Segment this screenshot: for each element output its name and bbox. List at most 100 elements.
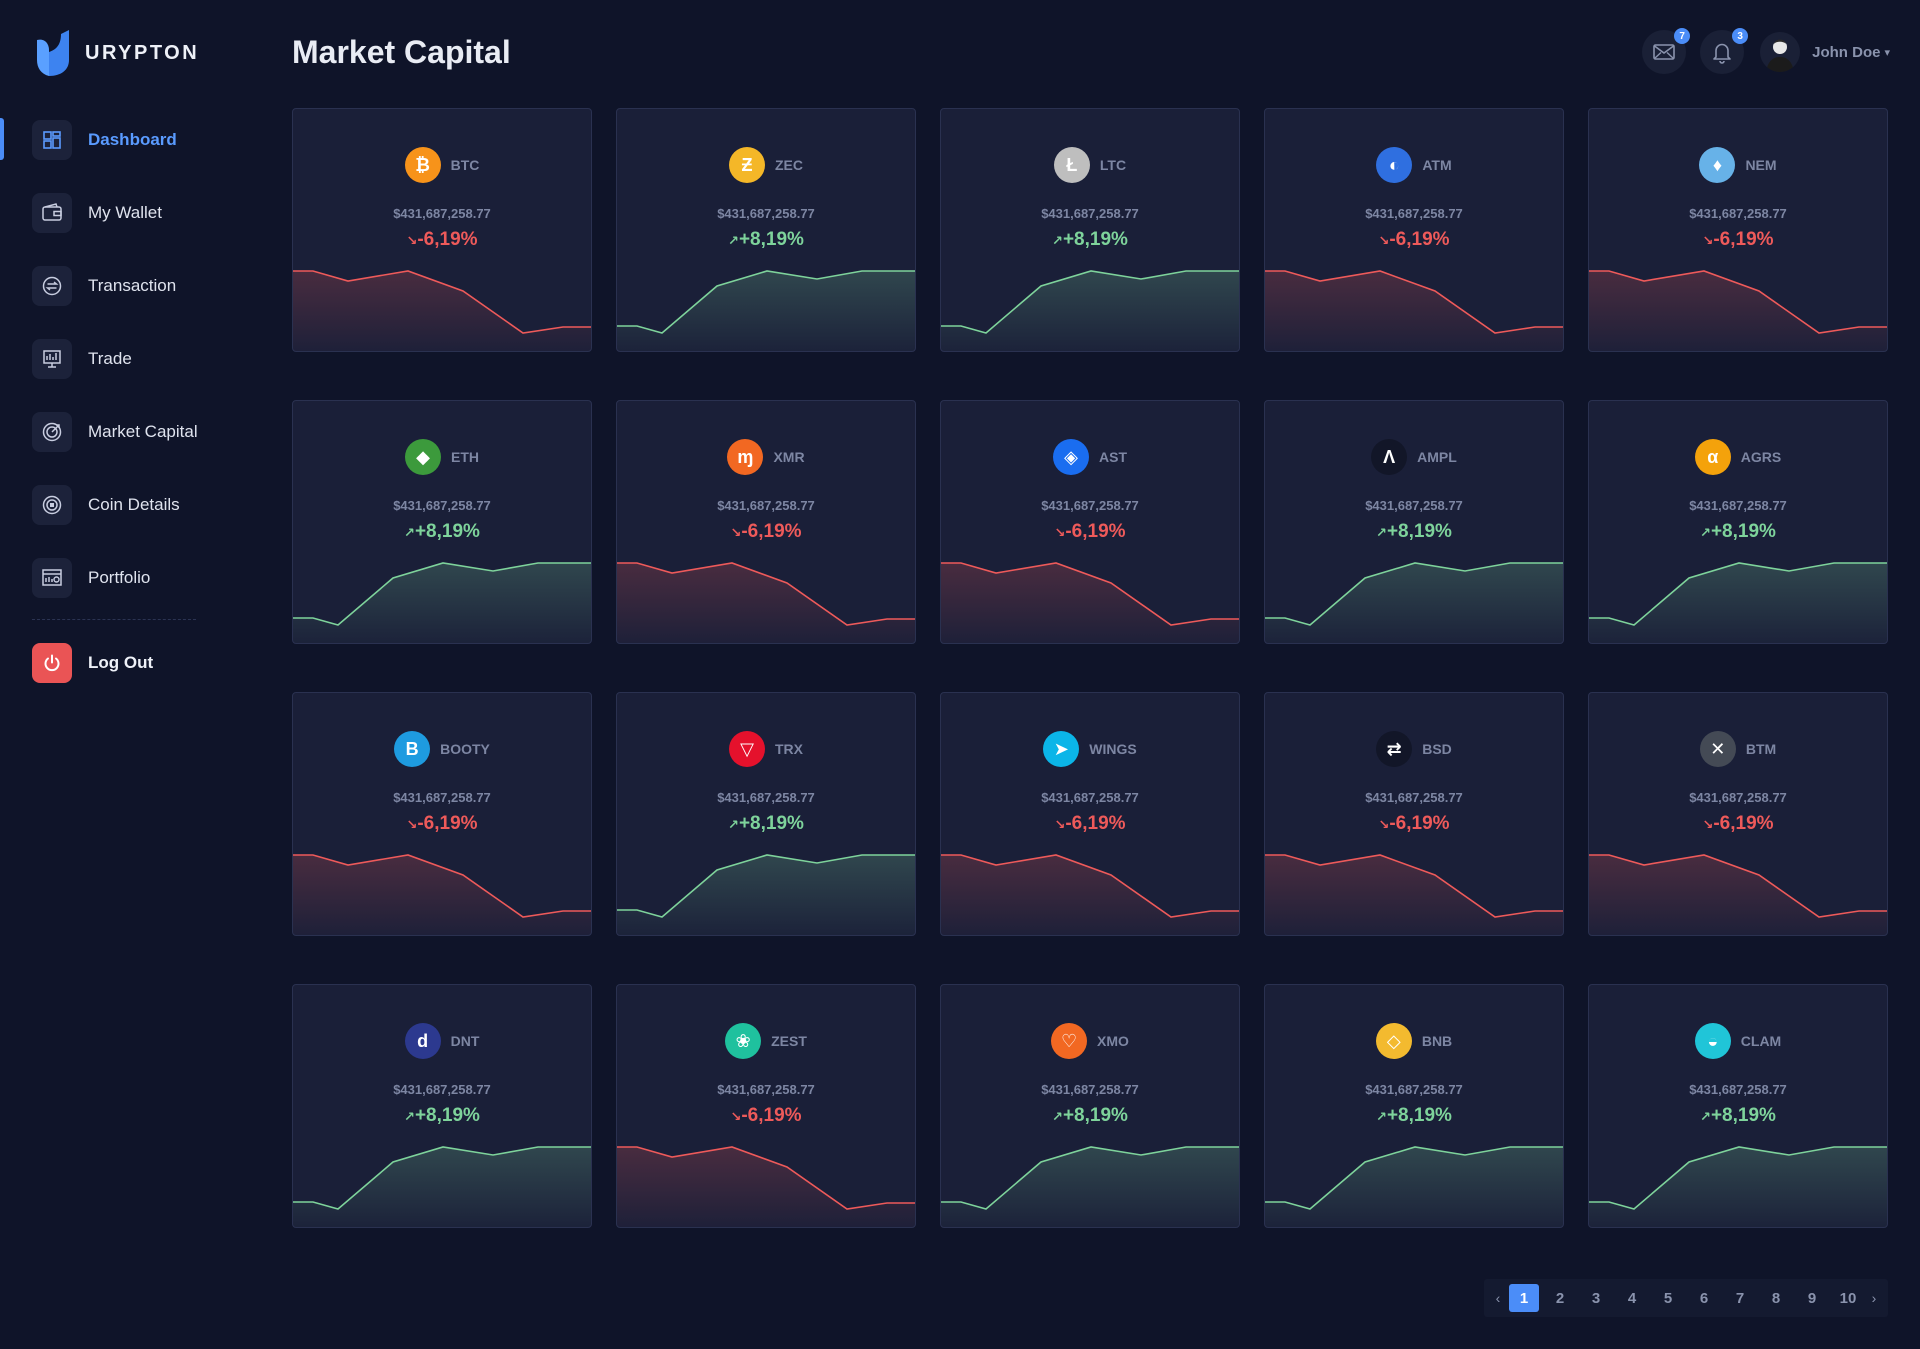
coin-value: $431,687,258.77 [1041,498,1139,513]
coin-value: $431,687,258.77 [1041,1082,1139,1097]
page-button-4[interactable]: 4 [1617,1284,1647,1312]
sidebar-item-label: Coin Details [88,494,180,514]
coin-symbol: CLAM [1740,1033,1782,1049]
sidebar-item-label: Market Capital [88,421,198,441]
nem-icon: ♦ [1699,147,1736,183]
sidebar-item-label: Dashboard [88,129,177,149]
coin-change: ↗+8,19% [941,1105,1239,1127]
sparkline-chart [293,562,591,643]
trend-up-icon: ↗ [728,817,739,832]
atm-icon: ◐ [1376,147,1413,183]
district0x-icon: d [404,1023,441,1059]
coin-card-bnb[interactable]: ◇ BNB $431,687,258.77 ↗+8,19% [1264,984,1564,1228]
coin-card-agrs[interactable]: α AGRS $431,687,258.77 ↗+8,19% [1588,400,1888,644]
coin-symbol: BNB [1421,1033,1453,1049]
coin-header: ❀ ZEST [617,1023,915,1059]
coin-card-xmr[interactable]: ɱ XMR $431,687,258.77 ↘-6,19% [616,400,916,644]
trend-down-icon: ↘ [730,525,742,540]
coin-value: $431,687,258.77 [393,790,491,805]
logo-icon [37,30,69,76]
sparkline-chart [1589,854,1887,935]
coin-symbol: XMR [773,449,805,465]
coin-card-ampl[interactable]: Λ AMPL $431,687,258.77 ↗+8,19% [1264,400,1564,644]
coin-card-ast[interactable]: ◈ AST $431,687,258.77 ↘-6,19% [940,400,1240,644]
sidebar-item-transaction[interactable]: Transaction [0,249,250,322]
sidebar-item-my-wallet[interactable]: My Wallet [0,176,250,249]
page-button-8[interactable]: 8 [1761,1284,1791,1312]
coin-card-atm[interactable]: ◐ ATM $431,687,258.77 ↘-6,19% [1264,108,1564,352]
coin-change-value: -6,19% [1713,813,1774,834]
sparkline-chart [293,854,591,935]
sidebar-item-portfolio[interactable]: Portfolio [0,541,250,614]
chevron-left-icon[interactable]: ‹ [1490,1290,1506,1306]
coin-change: ↗+8,19% [941,229,1239,251]
notifications-button[interactable]: 3 [1700,28,1749,74]
coin-change-value: -6,19% [741,521,802,542]
page-button-1[interactable]: 1 [1509,1284,1539,1312]
coin-header: α AGRS [1589,439,1887,475]
coin-header: d DNT [293,1023,591,1059]
coin-card-wings[interactable]: ➤ WINGS $431,687,258.77 ↘-6,19% [940,692,1240,936]
coin-header: Ł LTC [941,147,1239,183]
trend-down-icon: ↘ [406,233,418,248]
coin-change-value: -6,19% [1065,521,1126,542]
coin-card-bsd[interactable]: ⇄ BSD $431,687,258.77 ↘-6,19% [1264,692,1564,936]
page-button-7[interactable]: 7 [1725,1284,1755,1312]
user-menu[interactable]: John Doe ▾ [1760,32,1890,72]
bitcoin-icon: ₿ [404,147,441,183]
coin-card-clam[interactable]: ◒ CLAM $431,687,258.77 ↗+8,19% [1588,984,1888,1228]
trend-up-icon: ↗ [404,525,415,540]
coin-change: ↘-6,19% [617,1105,915,1127]
sidebar-item-dashboard[interactable]: Dashboard [0,103,250,176]
chevron-down-icon: ▾ [1884,46,1890,59]
coin-card-xmo[interactable]: ♡ XMO $431,687,258.77 ↗+8,19% [940,984,1240,1228]
sparkline-area [617,855,915,935]
coin-card-btc[interactable]: ₿ BTC $431,687,258.77 ↘-6,19% [292,108,592,352]
sparkline-chart [941,1146,1239,1227]
coin-value: $431,687,258.77 [1365,1082,1463,1097]
logout-button[interactable]: Log Out [32,643,153,683]
page-title: Market Capital [292,34,511,70]
page-button-9[interactable]: 9 [1797,1284,1827,1312]
logo[interactable]: URYPTON [35,30,199,76]
page-button-2[interactable]: 2 [1545,1284,1575,1312]
sparkline-chart [941,854,1239,935]
coin-card-trx[interactable]: ▽ TRX $431,687,258.77 ↗+8,19% [616,692,916,936]
sparkline-area [1265,1147,1563,1227]
page-button-3[interactable]: 3 [1581,1284,1611,1312]
sidebar-item-label: Transaction [88,275,177,295]
trade-icon [32,338,72,379]
coin-card-eth[interactable]: ◆ ETH $431,687,258.77 ↗+8,19% [292,400,592,644]
trend-up-icon: ↗ [728,233,739,248]
sparkline-chart [293,1146,591,1227]
monero-icon: ɱ [727,439,764,475]
coin-change: ↗+8,19% [617,229,915,251]
coin-change-value: +8,19% [1062,1105,1128,1126]
trend-up-icon: ↗ [1052,1109,1063,1124]
coin-card-dnt[interactable]: d DNT $431,687,258.77 ↗+8,19% [292,984,592,1228]
coin-card-btm[interactable]: ✕ BTM $431,687,258.77 ↘-6,19% [1588,692,1888,936]
coin-card-zec[interactable]: Ƶ ZEC $431,687,258.77 ↗+8,19% [616,108,916,352]
coin-change-value: -6,19% [1713,229,1774,250]
page-button-5[interactable]: 5 [1653,1284,1683,1312]
airswap-icon: ◈ [1053,439,1089,475]
coin-symbol: BTC [450,157,480,173]
chevron-right-icon[interactable]: › [1866,1290,1882,1306]
coin-symbol: AGRS [1740,449,1782,465]
sidebar-item-coin-details[interactable]: Coin Details [0,468,250,541]
coin-card-booty[interactable]: B BOOTY $431,687,258.77 ↘-6,19% [292,692,592,936]
trend-up-icon: ↗ [1700,525,1711,540]
sidebar-item-trade[interactable]: Trade [0,322,250,395]
coin-card-nem[interactable]: ♦ NEM $431,687,258.77 ↘-6,19% [1588,108,1888,352]
sidebar-item-market-capital[interactable]: Market Capital [0,395,250,468]
ethereum-icon: ◆ [405,439,441,475]
coin-card-zest[interactable]: ❀ ZEST $431,687,258.77 ↘-6,19% [616,984,916,1228]
mail-button[interactable]: 7 [1642,28,1691,74]
page-button-10[interactable]: 10 [1833,1284,1863,1312]
sparkline-area [1589,1147,1887,1227]
coin-card-ltc[interactable]: Ł LTC $431,687,258.77 ↗+8,19% [940,108,1240,352]
page-button-6[interactable]: 6 [1689,1284,1719,1312]
coin-change: ↘-6,19% [1589,229,1887,251]
coin-change: ↗+8,19% [293,1105,591,1127]
dashboard-icon [32,119,72,160]
